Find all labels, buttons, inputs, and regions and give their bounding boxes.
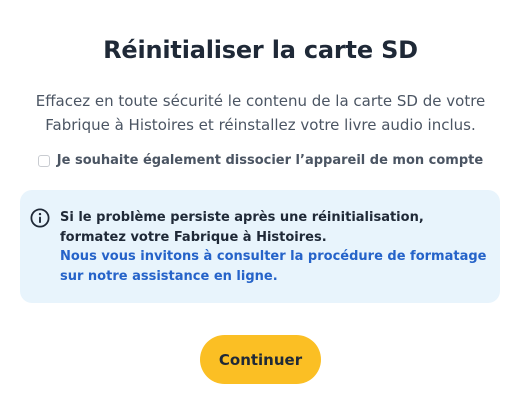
info-icon xyxy=(30,208,50,228)
dialog-description: Effacez en toute sécurité le contenu de … xyxy=(35,92,486,134)
unlink-device-checkbox[interactable] xyxy=(37,154,50,167)
info-strong-text: Si le problème persiste après une réinit… xyxy=(60,210,424,245)
info-notice: Si le problème persiste après une réinit… xyxy=(20,190,500,303)
unlink-device-option[interactable]: Je souhaite également dissocier l’appare… xyxy=(0,153,521,168)
unlink-device-label[interactable]: Je souhaite également dissocier l’appare… xyxy=(57,153,483,168)
info-secondary-text: Nous vous invitons à consulter la procéd… xyxy=(60,247,490,286)
info-text: Si le problème persiste après une réinit… xyxy=(60,208,490,286)
info-prefix-text: Nous vous invitons à xyxy=(60,249,217,264)
continue-button[interactable]: Continuer xyxy=(200,335,321,384)
dialog-title: Réinitialiser la carte SD xyxy=(103,36,418,64)
